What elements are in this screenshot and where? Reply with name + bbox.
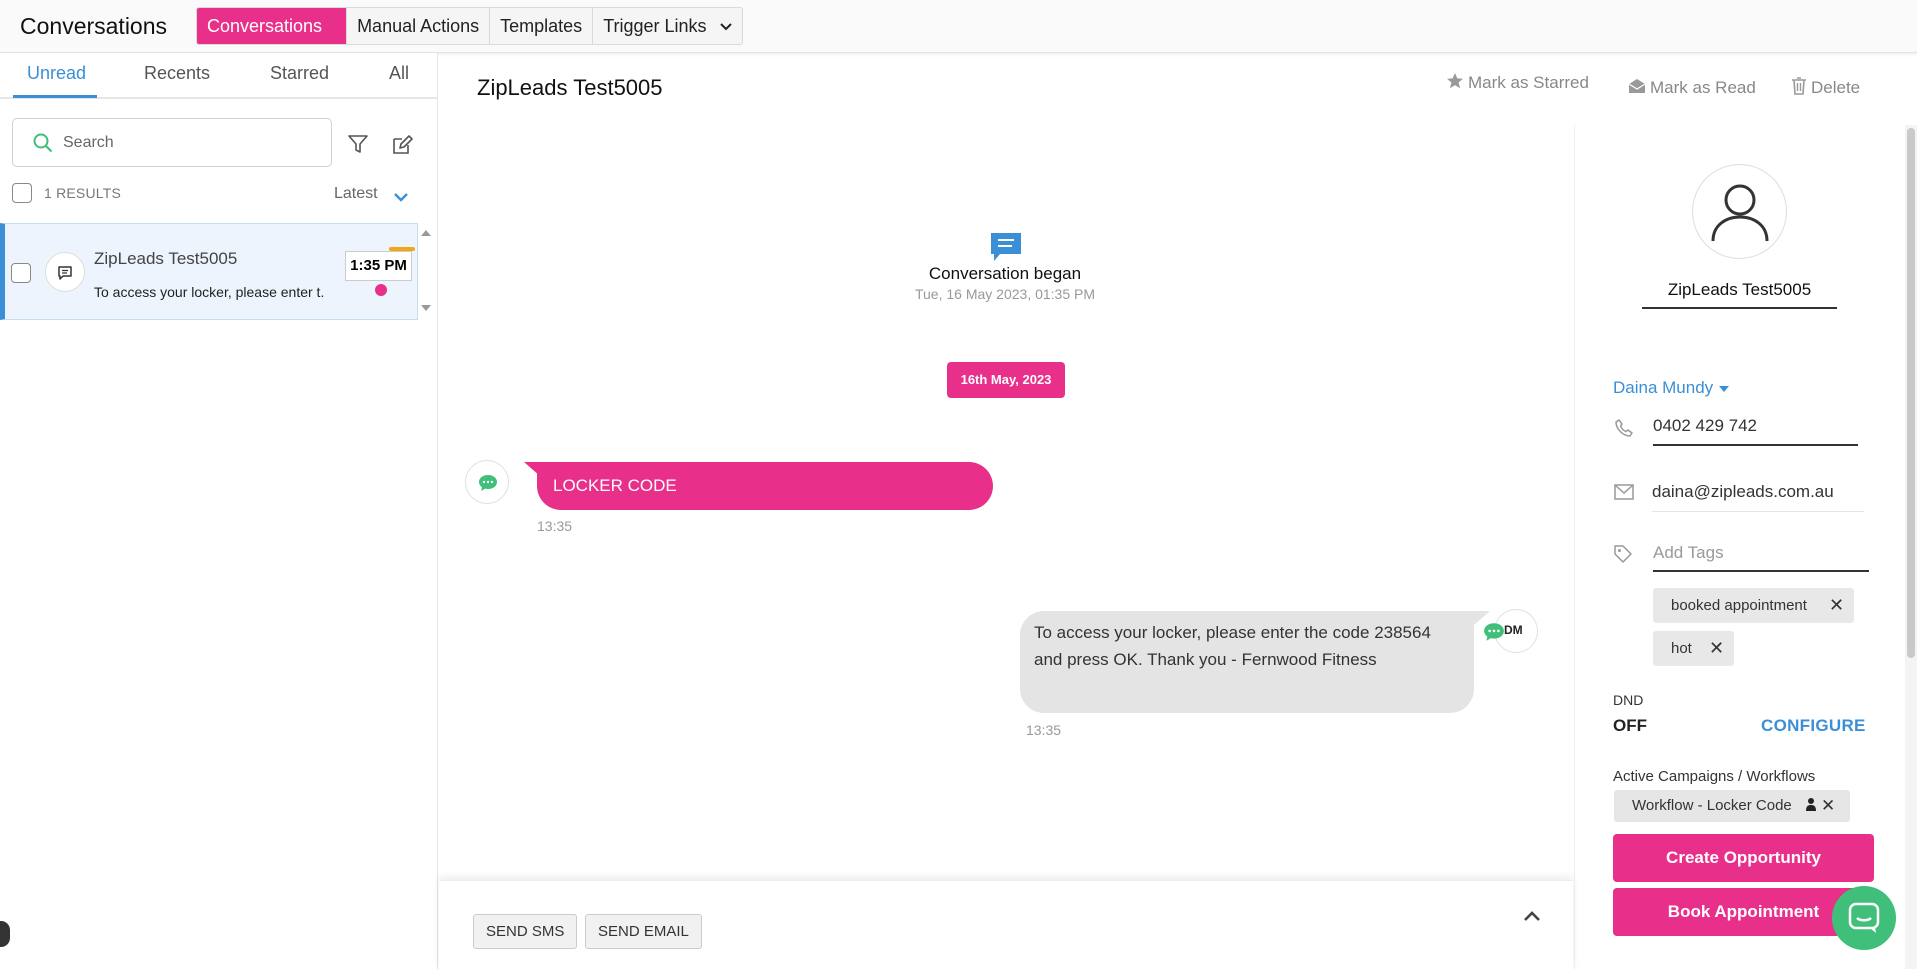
- send-email-button[interactable]: SEND EMAIL: [585, 914, 702, 949]
- conversation-name: ZipLeads Test5005: [94, 249, 238, 268]
- date-divider: 16th May, 2023: [947, 362, 1065, 398]
- send-sms-button[interactable]: SEND SMS: [473, 914, 578, 949]
- tag-label: booked appointment: [1671, 597, 1807, 614]
- filter-tabs: Unread Recents Starred All: [0, 53, 438, 99]
- contact-name: ZipLeads Test5005: [1667, 280, 1812, 299]
- search-input[interactable]: [63, 131, 313, 155]
- tag-chip: booked appointment ✕: [1653, 588, 1854, 623]
- search-box: [12, 118, 332, 167]
- filter-tab-unread[interactable]: Unread: [27, 63, 86, 84]
- results-count: 1 RESULTS: [44, 185, 122, 201]
- configure-dnd-button[interactable]: CONFIGURE: [1761, 716, 1866, 736]
- mark-as-starred-button[interactable]: Mark as Starred: [1446, 72, 1589, 93]
- workflow-label: Workflow - Locker Code: [1632, 797, 1792, 814]
- conversation-began-title: Conversation began: [928, 264, 1082, 283]
- chevron-down-icon: [719, 9, 732, 45]
- star-icon: [1447, 73, 1463, 89]
- filter-tab-all[interactable]: All: [389, 63, 409, 84]
- scrollbar-thumb[interactable]: [1907, 128, 1915, 658]
- email-field[interactable]: daina@zipleads.com.au: [1652, 482, 1834, 502]
- sender-initials: DM: [1504, 623, 1523, 637]
- chat-bubble-icon: [1848, 902, 1880, 933]
- user-icon: [1806, 791, 1816, 823]
- unread-dot: [375, 284, 387, 296]
- mark-as-read-button[interactable]: Mark as Read: [1628, 77, 1756, 98]
- sms-channel-icon: [465, 460, 509, 504]
- conversation-list-item[interactable]: ZipLeads Test5005 To access your locker,…: [0, 223, 418, 320]
- top-nav-tabs: Conversations Manual Actions Templates T…: [196, 7, 743, 45]
- phone-field-underline: [1653, 444, 1858, 446]
- active-campaigns-label: Active Campaigns / Workflows: [1613, 768, 1816, 785]
- filter-tab-recents[interactable]: Recents: [144, 63, 210, 84]
- inbound-message: LOCKER CODE: [537, 462, 993, 510]
- conversation-title: ZipLeads Test5005: [477, 75, 663, 100]
- inbound-message-time: 13:35: [537, 518, 573, 534]
- mark-as-read-label: Mark as Read: [1650, 78, 1756, 97]
- compose-icon[interactable]: [391, 134, 413, 161]
- chat-icon: [45, 252, 85, 292]
- person-icon: [1692, 164, 1787, 259]
- tag-label: hot: [1671, 640, 1692, 657]
- add-tags-input[interactable]: [1653, 541, 1853, 565]
- filter-icon[interactable]: [347, 133, 369, 160]
- tab-conversations[interactable]: Conversations: [197, 8, 348, 44]
- delete-button[interactable]: Delete: [1791, 77, 1860, 98]
- outbound-message: To access your locker, please enter the …: [1020, 611, 1474, 713]
- search-icon: [33, 133, 53, 153]
- dnd-status: OFF: [1613, 716, 1647, 735]
- assigned-user-name: Daina Mundy: [1613, 378, 1714, 397]
- assigned-user-dropdown[interactable]: Daina Mundy: [1613, 378, 1730, 398]
- dnd-label: DND: [1613, 692, 1644, 708]
- phone-icon: [1614, 418, 1634, 443]
- sms-channel-icon: [1483, 622, 1505, 647]
- close-icon[interactable]: ✕: [1821, 790, 1835, 822]
- tab-trigger-links-label: Trigger Links: [603, 16, 707, 36]
- envelope-open-icon: [1628, 79, 1646, 93]
- sort-dropdown[interactable]: Latest: [334, 185, 378, 203]
- tab-templates[interactable]: Templates: [490, 8, 594, 44]
- tags-field-underline: [1653, 570, 1869, 572]
- close-icon[interactable]: ✕: [1829, 588, 1844, 623]
- conversation-checkbox[interactable]: [11, 263, 31, 283]
- filter-tab-starred[interactable]: Starred: [270, 63, 329, 84]
- workflow-chip: Workflow - Locker Code ✕: [1614, 790, 1850, 822]
- chevron-up-icon[interactable]: [1524, 908, 1540, 926]
- scroll-up-arrow[interactable]: [421, 230, 431, 236]
- page-title: Conversations: [20, 13, 168, 39]
- select-all-checkbox[interactable]: [12, 183, 32, 203]
- message-composer: SEND SMS SEND EMAIL: [439, 880, 1573, 969]
- delete-label: Delete: [1811, 78, 1861, 97]
- conversation-preview: To access your locker, please enter t.: [94, 284, 325, 300]
- mail-icon: [1614, 484, 1634, 505]
- tag-icon: [1613, 544, 1633, 569]
- top-bar: Conversations Conversations Manual Actio…: [0, 0, 1917, 53]
- tab-manual-actions[interactable]: Manual Actions: [347, 8, 491, 44]
- chevron-down-icon[interactable]: [394, 189, 408, 207]
- outbound-message-time: 13:35: [1026, 722, 1062, 738]
- conversation-began-date: Tue, 16 May 2023, 01:35 PM: [914, 286, 1096, 302]
- contact-name-underline: [1642, 307, 1837, 309]
- scroll-down-arrow[interactable]: [421, 305, 431, 311]
- close-icon[interactable]: ✕: [1709, 631, 1724, 666]
- mark-as-starred-label: Mark as Starred: [1468, 73, 1589, 92]
- conversation-list-panel: Unread Recents Starred All 1 RESULTS Lat…: [0, 53, 438, 969]
- active-tab-underline: [13, 95, 97, 98]
- tag-chip: hot ✕: [1653, 631, 1734, 666]
- create-opportunity-button[interactable]: Create Opportunity: [1613, 834, 1874, 882]
- caret-down-icon: [1718, 378, 1730, 397]
- chat-widget-button[interactable]: [1832, 886, 1896, 950]
- email-field-underline: [1652, 511, 1864, 512]
- tab-trigger-links[interactable]: Trigger Links: [593, 8, 741, 44]
- trash-icon: [1792, 77, 1806, 95]
- chat-icon: [990, 232, 1022, 267]
- conversation-time: 1:35 PM: [345, 251, 412, 281]
- phone-field[interactable]: 0402 429 742: [1653, 416, 1757, 436]
